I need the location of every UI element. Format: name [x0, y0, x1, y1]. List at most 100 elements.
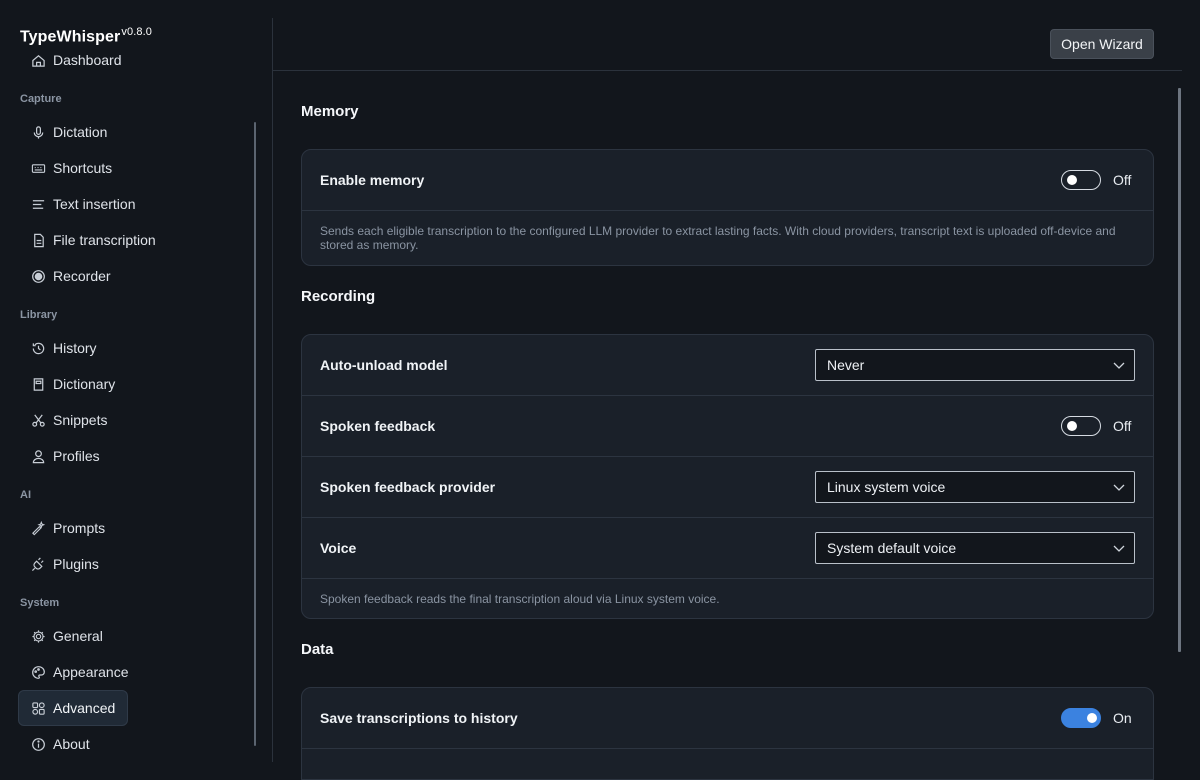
sidebar-item-label: Advanced: [53, 700, 116, 716]
auto-unload-label: Auto-unload model: [320, 357, 448, 373]
voice-label: Voice: [320, 540, 357, 556]
main-scrollbar[interactable]: [1178, 88, 1181, 652]
app-title: TypeWhisperv0.8.0: [20, 26, 152, 49]
app-name: TypeWhisper: [20, 28, 121, 46]
header-divider: [273, 70, 1182, 71]
auto-unload-select[interactable]: Never: [815, 349, 1135, 381]
sidebar-item-label: Dictionary: [53, 376, 116, 392]
save-history-label: Save transcriptions to history: [320, 710, 518, 726]
toggle-state: Off: [1113, 172, 1132, 188]
sidebar-item-advanced[interactable]: Advanced: [18, 690, 128, 726]
chevron-down-icon: [1112, 480, 1126, 494]
sidebar-nav: Dashboard Capture Dictation Shortcuts Te…: [0, 0, 272, 780]
app-version: v0.8.0: [121, 26, 152, 38]
toggle-knob: [1067, 175, 1077, 185]
gear-icon: [30, 628, 46, 644]
sidebar: Dashboard Capture Dictation Shortcuts Te…: [0, 0, 272, 780]
memory-card: Enable memory Off Sends each eligible tr…: [301, 149, 1154, 266]
auto-unload-row: Auto-unload model Never: [302, 335, 1153, 396]
sidebar-item-shortcuts[interactable]: Shortcuts: [18, 150, 124, 186]
info-icon: [30, 736, 46, 752]
memory-note: Sends each eligible transcription to the…: [320, 224, 1116, 252]
toggle-state: On: [1113, 710, 1132, 726]
spoken-feedback-label: Spoken feedback: [320, 418, 436, 434]
section-label-ai: AI: [20, 489, 31, 501]
toggle-knob: [1067, 421, 1077, 431]
toggle-state: Off: [1113, 418, 1132, 434]
chevron-down-icon: [1112, 541, 1126, 555]
sidebar-item-label: Shortcuts: [53, 160, 113, 176]
sidebar-item-label: Appearance: [53, 664, 129, 680]
select-value: Never: [827, 357, 865, 373]
sidebar-item-label: Dashboard: [53, 52, 122, 68]
sidebar-item-label: About: [53, 736, 90, 752]
recording-card: Auto-unload model Never Spoken feedback …: [301, 334, 1154, 619]
enable-memory-label: Enable memory: [320, 172, 425, 188]
sidebar-item-label: Plugins: [53, 556, 99, 572]
sidebar-item-appearance[interactable]: Appearance: [18, 654, 141, 690]
sidebar-item-history[interactable]: History: [18, 330, 109, 366]
open-wizard-button[interactable]: Open Wizard: [1050, 29, 1154, 59]
data-card: Save transcriptions to history On: [301, 687, 1154, 780]
sidebar-item-plugins[interactable]: Plugins: [18, 546, 111, 582]
mic-icon: [30, 124, 46, 140]
section-label-library: Library: [20, 309, 58, 321]
toggle-switch[interactable]: [1061, 708, 1101, 728]
sidebar-item-about[interactable]: About: [18, 726, 102, 762]
save-history-toggle[interactable]: On: [1061, 708, 1135, 728]
dashboard-icon: [30, 52, 46, 68]
sidebar-item-label: Dictation: [53, 124, 108, 140]
sidebar-scrollbar[interactable]: [254, 122, 256, 746]
section-title-memory: Memory: [301, 103, 359, 120]
spoken-feedback-row: Spoken feedback Off: [302, 396, 1153, 457]
voice-select[interactable]: System default voice: [815, 532, 1135, 564]
enable-memory-toggle[interactable]: Off: [1061, 170, 1135, 190]
sidebar-item-recorder[interactable]: Recorder: [18, 258, 123, 294]
sidebar-item-general[interactable]: General: [18, 618, 115, 654]
section-label-system: System: [20, 597, 60, 609]
book-icon: [30, 376, 46, 392]
chevron-down-icon: [1112, 358, 1126, 372]
sidebar-item-profiles[interactable]: Profiles: [18, 438, 112, 474]
palette-icon: [30, 664, 46, 680]
scissors-icon: [30, 412, 46, 428]
toggle-switch[interactable]: [1061, 170, 1101, 190]
spoken-feedback-provider-row: Spoken feedback provider Linux system vo…: [302, 457, 1153, 518]
recording-note: Spoken feedback reads the final transcri…: [320, 592, 720, 606]
sidebar-item-label: Prompts: [53, 520, 106, 536]
sidebar-item-label: Recorder: [53, 268, 111, 284]
advanced-icon: [31, 700, 46, 716]
sidebar-item-text-insertion[interactable]: Text insertion: [18, 186, 147, 222]
sidebar-item-label: History: [53, 340, 97, 356]
keyboard-icon: [30, 160, 46, 176]
sidebar-item-label: Snippets: [53, 412, 108, 428]
sidebar-item-file-transcription[interactable]: File transcription: [18, 222, 168, 258]
section-title-data: Data: [301, 641, 334, 658]
select-value: Linux system voice: [827, 479, 946, 495]
file-icon: [30, 232, 46, 248]
text-lines-icon: [30, 196, 46, 212]
toggle-knob: [1087, 713, 1097, 723]
sparkle-icon: [30, 520, 46, 536]
spoken-feedback-provider-select[interactable]: Linux system voice: [815, 471, 1135, 503]
enable-memory-row: Enable memory Off: [302, 150, 1153, 211]
app-window: Dashboard Capture Dictation Shortcuts Te…: [0, 0, 1200, 780]
sidebar-item-dictionary[interactable]: Dictionary: [18, 366, 127, 402]
section-label-capture: Capture: [20, 93, 62, 105]
sidebar-item-label: Text insertion: [53, 196, 136, 212]
toggle-switch[interactable]: [1061, 416, 1101, 436]
sidebar-item-label: File transcription: [53, 232, 156, 248]
history-icon: [30, 340, 46, 356]
sidebar-item-prompts[interactable]: Prompts: [18, 510, 117, 546]
sidebar-item-dictation[interactable]: Dictation: [18, 114, 119, 150]
spoken-feedback-provider-label: Spoken feedback provider: [320, 479, 496, 495]
sidebar-divider: [272, 18, 273, 762]
user-icon: [30, 448, 46, 464]
sidebar-item-snippets[interactable]: Snippets: [18, 402, 119, 438]
sidebar-item-label: Profiles: [53, 448, 100, 464]
section-title-recording: Recording: [301, 288, 376, 305]
record-icon: [30, 268, 46, 284]
spoken-feedback-toggle[interactable]: Off: [1061, 416, 1135, 436]
voice-row: Voice System default voice: [302, 518, 1153, 579]
plug-icon: [30, 556, 46, 572]
